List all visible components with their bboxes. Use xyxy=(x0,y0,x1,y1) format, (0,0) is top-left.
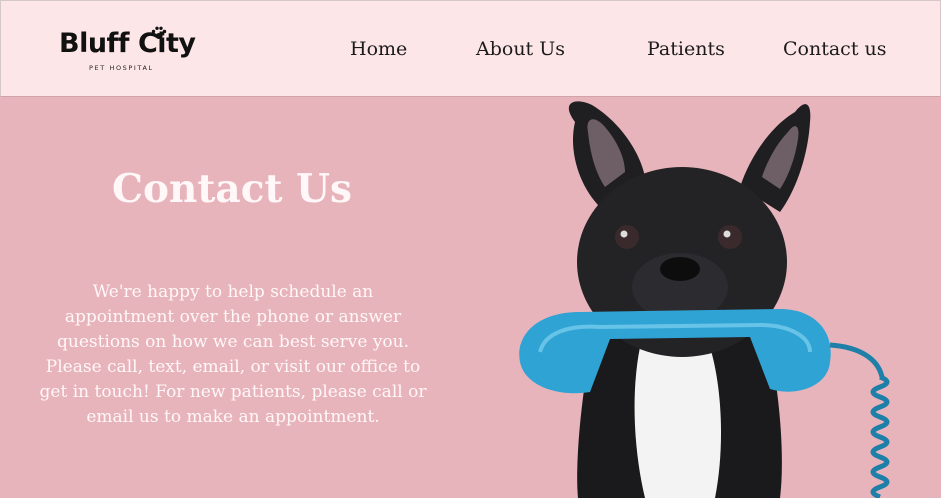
contact-hero: Contact Us We're happy to help schedule … xyxy=(0,97,941,498)
nav-patients[interactable]: Patients xyxy=(647,37,725,61)
contact-description: We're happy to help schedule an appointm… xyxy=(39,282,427,427)
nav-contact-us[interactable]: Contact us xyxy=(783,37,886,61)
dog-with-phone-image xyxy=(519,101,890,498)
brand-name: Bluff City xyxy=(59,28,196,59)
page-title: Contact Us xyxy=(112,166,352,212)
paw-icon xyxy=(151,26,167,39)
site-header: Bluff City PET HOSPITAL Home About Us Pa… xyxy=(0,0,941,97)
brand-logo[interactable]: Bluff City PET HOSPITAL xyxy=(59,26,199,77)
brand-tagline: PET HOSPITAL xyxy=(89,64,154,72)
nav-about-us[interactable]: About Us xyxy=(476,37,565,61)
nav-home[interactable]: Home xyxy=(350,37,407,61)
